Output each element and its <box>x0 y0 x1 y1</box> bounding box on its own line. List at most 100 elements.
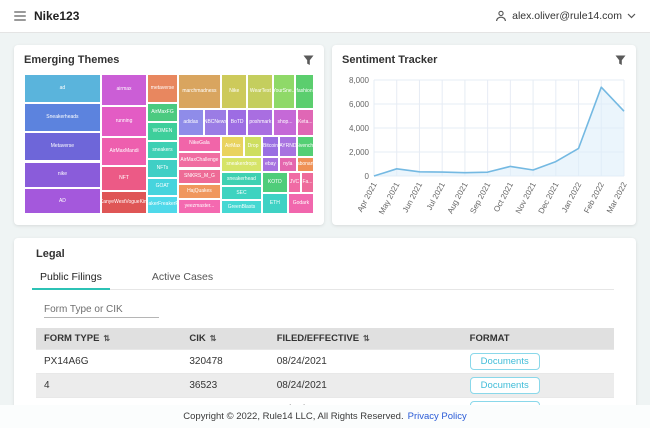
theme-tile[interactable]: sneakerdrops <box>221 157 262 172</box>
sort-icon[interactable]: ⇅ <box>103 334 110 343</box>
legal-panel: Legal Public FilingsActive Cases FORM TY… <box>14 238 636 409</box>
theme-tile[interactable]: poshmark <box>247 109 273 136</box>
sentiment-tracker-title: Sentiment Tracker <box>342 54 437 66</box>
theme-tile[interactable]: nyla <box>279 157 296 172</box>
theme-tile[interactable]: Metaverse <box>24 132 101 161</box>
legal-title: Legal <box>36 248 614 260</box>
emerging-themes-panel: Emerging Themes adSneakerheadsMetaversen… <box>14 45 324 225</box>
dashboard-cards-row: Emerging Themes adSneakerheadsMetaversen… <box>14 45 636 225</box>
theme-tile[interactable]: AirMax <box>221 136 244 157</box>
theme-tile[interactable]: GreenBlasts <box>221 200 262 214</box>
theme-tile[interactable]: AirMaxMandi <box>101 137 147 166</box>
form-type-cik-input[interactable] <box>44 302 159 318</box>
filings-table-header-row: FORM TYPE⇅CIK⇅FILED/EFFECTIVE⇅FORMAT <box>36 328 614 350</box>
svg-text:2,000: 2,000 <box>349 148 370 157</box>
theme-tile[interactable]: NFT <box>101 166 147 191</box>
theme-tile[interactable]: adidas <box>178 109 204 136</box>
theme-tile[interactable]: airmax <box>101 74 147 106</box>
svg-text:0: 0 <box>365 172 370 181</box>
theme-tile[interactable]: WOMEN <box>147 122 177 141</box>
table-cell: 4 <box>36 374 181 398</box>
theme-tile[interactable]: Keta... <box>297 109 314 136</box>
theme-tile[interactable]: AirMaxChallenge <box>178 152 222 168</box>
theme-tile[interactable]: AD <box>24 188 101 214</box>
theme-tile[interactable]: HajQuakes <box>178 184 222 199</box>
svg-text:Apr 2021: Apr 2021 <box>356 180 379 213</box>
table-cell-format: Documents <box>462 374 614 398</box>
column-header: FORMAT <box>462 328 614 350</box>
theme-tile[interactable]: AYRND <box>279 136 296 157</box>
theme-tile[interactable]: Sneakerheads <box>24 103 101 132</box>
theme-tile[interactable]: Givenchy <box>297 136 314 157</box>
svg-text:Jul 2021: Jul 2021 <box>425 180 447 211</box>
theme-tile[interactable]: AirMaxFG <box>147 103 177 123</box>
svg-text:6,000: 6,000 <box>349 100 370 109</box>
sentiment-line-chart: 0 2,000 4,000 6,000 8,000 Apr 2021May 2021Jun… <box>338 70 630 222</box>
theme-tile[interactable]: Godark <box>288 193 314 214</box>
theme-tile[interactable]: ETH <box>262 193 288 214</box>
svg-text:Sep 2021: Sep 2021 <box>468 180 492 215</box>
theme-tile[interactable]: Bitcoin <box>262 136 279 157</box>
theme-tile[interactable]: ad <box>24 74 101 103</box>
column-header: CIK⇅ <box>181 328 268 350</box>
theme-tile[interactable]: yeezmaster... <box>178 199 222 214</box>
svg-text:May 2021: May 2021 <box>377 180 402 216</box>
theme-tile[interactable]: running <box>101 106 147 138</box>
svg-text:Oct 2021: Oct 2021 <box>492 180 515 213</box>
user-menu[interactable]: alex.oliver@rule14.com <box>495 10 636 22</box>
theme-tile[interactable]: SNKRS_M_G <box>178 169 222 184</box>
sentiment-tracker-panel: Sentiment Tracker 0 2,000 4,000 6,000 8,000 A… <box>332 45 636 225</box>
theme-tile[interactable]: JVC <box>288 172 301 193</box>
brand-title: Nike123 <box>34 9 79 23</box>
menu-icon[interactable] <box>14 11 26 21</box>
table-cell-format: Documents <box>462 350 614 374</box>
documents-button[interactable]: Documents <box>470 377 540 394</box>
sort-icon[interactable]: ⇅ <box>210 334 217 343</box>
top-header: Nike123 alex.oliver@rule14.com <box>0 0 650 33</box>
table-cell: 08/24/2021 <box>269 350 462 374</box>
theme-tile[interactable]: BoTD <box>227 109 247 136</box>
chevron-down-icon <box>627 13 636 19</box>
emerging-themes-title: Emerging Themes <box>24 54 119 66</box>
documents-button[interactable]: Documents <box>470 353 540 370</box>
theme-tile[interactable]: shop... <box>273 109 296 136</box>
theme-tile[interactable]: abonart <box>297 157 314 172</box>
svg-text:8,000: 8,000 <box>349 76 370 85</box>
theme-tile[interactable]: KOTD <box>262 172 288 193</box>
theme-tile[interactable]: YourSne... <box>273 74 295 109</box>
privacy-policy-link[interactable]: Privacy Policy <box>408 411 467 422</box>
theme-tile[interactable]: NikeGala <box>178 136 222 153</box>
user-email: alex.oliver@rule14.com <box>512 10 622 22</box>
svg-text:Aug 2021: Aug 2021 <box>446 180 470 215</box>
column-header: FILED/EFFECTIVE⇅ <box>269 328 462 350</box>
theme-tile[interactable]: Fa... <box>301 172 314 193</box>
tab-active-cases[interactable]: Active Cases <box>148 267 217 289</box>
table-cell: PX14A6G <box>36 350 181 374</box>
theme-tile[interactable]: SEC <box>221 186 262 200</box>
table-row: 43652308/24/2021Documents <box>36 374 614 398</box>
theme-tile[interactable]: NBCNews <box>204 109 227 136</box>
theme-tile[interactable]: Nike <box>221 74 247 109</box>
theme-tile[interactable]: KanyeWestVogueKim <box>101 191 147 214</box>
themes-treemap: adSneakerheadsMetaversenikeAD airmaxrunni… <box>24 74 314 214</box>
theme-tile[interactable]: Drop <box>244 136 261 157</box>
theme-tile[interactable]: marchmadness <box>178 74 222 109</box>
svg-text:4,000: 4,000 <box>349 124 370 133</box>
theme-tile[interactable]: WearTest <box>247 74 273 109</box>
theme-tile[interactable]: sneakerhead <box>221 172 262 186</box>
theme-tile[interactable]: SneakerFreakerFam <box>147 196 177 214</box>
tab-public-filings[interactable]: Public Filings <box>36 267 106 289</box>
theme-tile[interactable]: fashion <box>295 74 314 109</box>
filter-icon[interactable] <box>303 55 314 66</box>
legal-tabs: Public Filings Active Cases <box>36 267 614 290</box>
theme-tile[interactable]: nike <box>24 162 101 189</box>
theme-tile[interactable]: metaverse <box>147 74 177 103</box>
theme-tile[interactable]: NFTs <box>147 159 177 177</box>
table-cell: 320478 <box>181 350 268 374</box>
theme-tile[interactable]: ebay <box>262 157 279 172</box>
theme-tile[interactable]: GOAT <box>147 178 177 196</box>
theme-tile[interactable]: sneakers <box>147 141 177 159</box>
filter-icon[interactable] <box>615 55 626 66</box>
svg-text:Jun 2021: Jun 2021 <box>401 180 425 214</box>
sort-icon[interactable]: ⇅ <box>363 334 370 343</box>
